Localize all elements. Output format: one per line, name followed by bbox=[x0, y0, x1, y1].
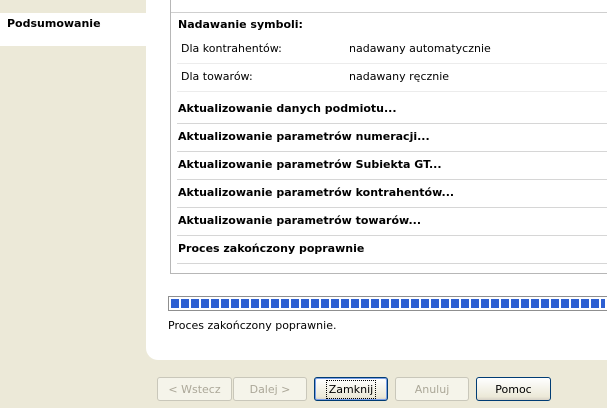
progress-bar-fill bbox=[171, 299, 605, 308]
log-item-completed: Proces zakończony poprawnie bbox=[177, 236, 607, 264]
row-separator bbox=[177, 263, 607, 264]
status-text: Proces zakończony poprawnie. bbox=[168, 319, 337, 332]
row-separator bbox=[177, 91, 607, 92]
progress-bar bbox=[168, 296, 607, 311]
log-row-key: Dla kontrahentów: bbox=[181, 42, 282, 55]
log-item-contractor-params: Aktualizowanie parametrów kontrahentów..… bbox=[177, 180, 607, 208]
nav-item-label: Podsumowanie bbox=[7, 17, 101, 30]
log-item-label: Aktualizowanie danych podmiotu... bbox=[178, 102, 397, 115]
next-button[interactable]: Dalej > bbox=[233, 377, 307, 401]
nav-item-podsumowanie[interactable]: Podsumowanie bbox=[0, 13, 146, 46]
log-item-goods-params: Aktualizowanie parametrów towarów... bbox=[177, 208, 607, 236]
log-item-label: Aktualizowanie parametrów Subiekta GT... bbox=[178, 158, 442, 171]
log-row-value: nadawany automatycznie bbox=[349, 42, 491, 55]
log-item-numbering: Aktualizowanie parametrów numeracji... bbox=[177, 124, 607, 152]
log-row-value: nadawany ręcznie bbox=[349, 70, 450, 83]
log-item-entity-data: Aktualizowanie danych podmiotu... bbox=[177, 96, 607, 124]
help-button-label: Pomoc bbox=[495, 382, 532, 396]
back-button[interactable]: < Wstecz bbox=[157, 377, 232, 401]
summary-panel: Nadawanie symboli: Dla kontrahentów: nad… bbox=[146, 0, 607, 360]
log-row-contractors: Dla kontrahentów: nadawany automatycznie bbox=[177, 36, 607, 64]
process-log: Nadawanie symboli: Dla kontrahentów: nad… bbox=[170, 0, 607, 274]
log-item-label: Aktualizowanie parametrów numeracji... bbox=[178, 130, 430, 143]
next-button-label: Dalej > bbox=[249, 382, 291, 396]
back-button-label: < Wstecz bbox=[168, 382, 221, 396]
wizard-step-nav: Podsumowanie bbox=[0, 0, 146, 408]
log-row-key: Dla towarów: bbox=[181, 70, 253, 83]
cancel-button-label: Anuluj bbox=[414, 382, 450, 396]
help-button[interactable]: Pomoc bbox=[476, 377, 551, 401]
cancel-button[interactable]: Anuluj bbox=[395, 377, 469, 401]
log-item-label: Proces zakończony poprawnie bbox=[178, 242, 365, 255]
log-item-subiekt-params: Aktualizowanie parametrów Subiekta GT... bbox=[177, 152, 607, 180]
log-item-label: Aktualizowanie parametrów towarów... bbox=[178, 214, 421, 227]
log-row-goods: Dla towarów: nadawany ręcznie bbox=[177, 64, 607, 92]
close-button-label: Zamknij bbox=[325, 379, 377, 399]
log-item-label: Aktualizowanie parametrów kontrahentów..… bbox=[178, 186, 455, 199]
close-button[interactable]: Zamknij bbox=[314, 377, 388, 401]
log-header-label: Nadawanie symboli: bbox=[178, 18, 303, 31]
